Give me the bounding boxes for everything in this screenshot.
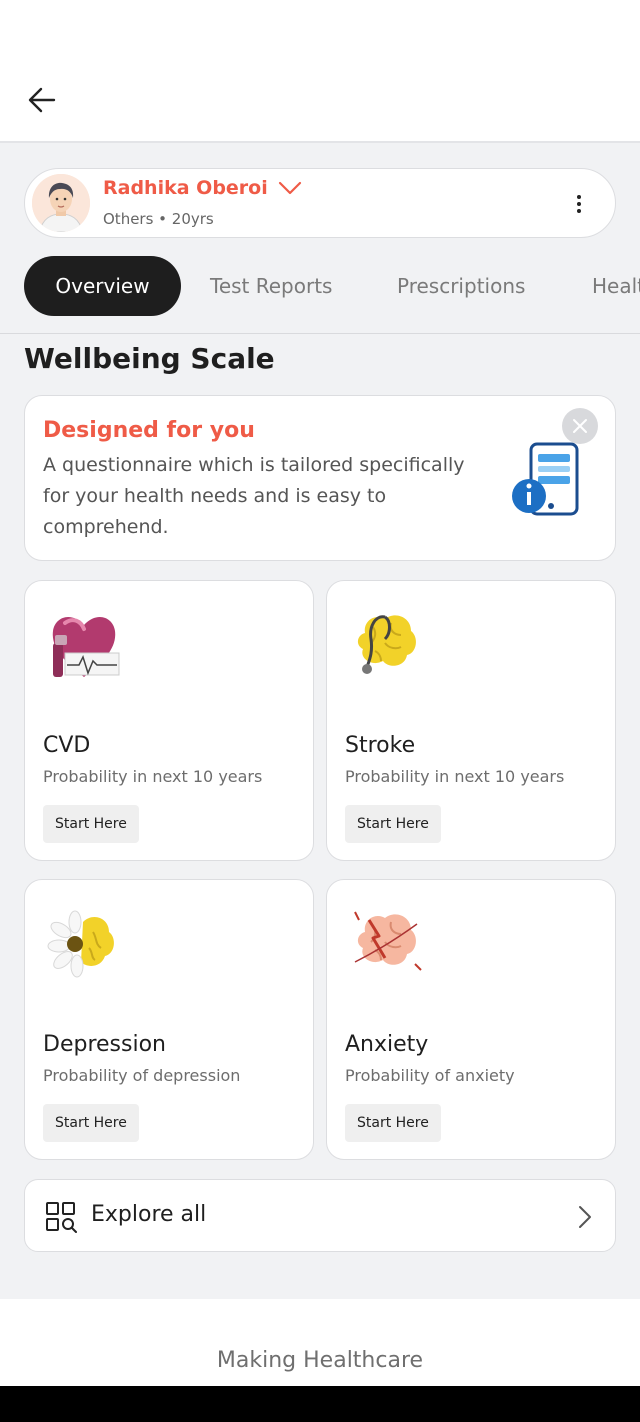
promo-card: Designed for you A questionnaire which i… [24, 395, 616, 561]
card-title: Depression [43, 1032, 166, 1057]
profile-name-row[interactable]: Radhika Oberoi [103, 177, 302, 199]
brain-lightning-icon [354, 911, 422, 971]
kebab-menu-icon [577, 195, 581, 199]
start-here-button[interactable]: Start Here [345, 1104, 441, 1142]
profile-meta: Others • 20yrs [103, 210, 214, 228]
tab-test-reports[interactable]: Test Reports [210, 256, 332, 316]
phone-info-icon [512, 442, 579, 516]
start-here-button[interactable]: Start Here [43, 1104, 139, 1142]
tab-bar: Overview Test Reports Prescriptions Heal… [0, 256, 640, 316]
stroke-card[interactable]: Stroke Probability in next 10 years Star… [326, 580, 616, 861]
cvd-card[interactable]: CVD Probability in next 10 years Start H… [24, 580, 314, 861]
close-icon [573, 419, 587, 433]
anxiety-card[interactable]: Anxiety Probability of anxiety Start Her… [326, 879, 616, 1160]
card-subtitle: Probability in next 10 years [43, 767, 263, 786]
tab-overview[interactable]: Overview [24, 256, 181, 316]
promo-close-button[interactable] [562, 408, 598, 444]
profile-name: Radhika Oberoi [103, 177, 268, 199]
top-app-bar [0, 0, 640, 143]
brain-stethoscope-icon [357, 615, 416, 674]
avatar [32, 174, 90, 232]
grid-search-icon [46, 1202, 77, 1233]
divider [0, 333, 640, 334]
profile-selector[interactable]: Radhika Oberoi Others • 20yrs [24, 168, 616, 238]
back-button[interactable] [24, 82, 60, 118]
card-subtitle: Probability in next 10 years [345, 767, 565, 786]
tab-prescriptions[interactable]: Prescriptions [397, 256, 525, 316]
brain-flower-icon [47, 910, 114, 978]
kebab-menu-button[interactable] [569, 193, 589, 215]
footer-text: Making Healthcare [216, 1348, 424, 1373]
card-subtitle: Probability of depression [43, 1066, 241, 1085]
section-title: Wellbeing Scale [24, 342, 275, 375]
heart-ecg-icon [52, 617, 120, 677]
system-nav-bar [0, 1386, 640, 1422]
start-here-button[interactable]: Start Here [345, 805, 441, 843]
start-here-button[interactable]: Start Here [43, 805, 139, 843]
promo-title: Designed for you [43, 418, 255, 443]
card-title: Anxiety [345, 1032, 429, 1057]
tab-health[interactable]: Healt [592, 256, 640, 316]
chevron-down-icon [278, 181, 301, 195]
card-title: Stroke [345, 733, 416, 758]
chevron-right-icon [579, 1206, 591, 1228]
explore-all-label: Explore all [91, 1202, 207, 1227]
promo-description: A questionnaire which is tailored specif… [43, 454, 465, 538]
footer: Making Healthcare [0, 1299, 640, 1386]
depression-card[interactable]: Depression Probability of depression Sta… [24, 879, 314, 1160]
card-subtitle: Probability of anxiety [345, 1066, 515, 1085]
card-title: CVD [43, 733, 91, 758]
explore-all-button[interactable]: Explore all [24, 1179, 616, 1252]
arrow-left-icon [28, 87, 56, 113]
avatar-icon [32, 174, 90, 232]
